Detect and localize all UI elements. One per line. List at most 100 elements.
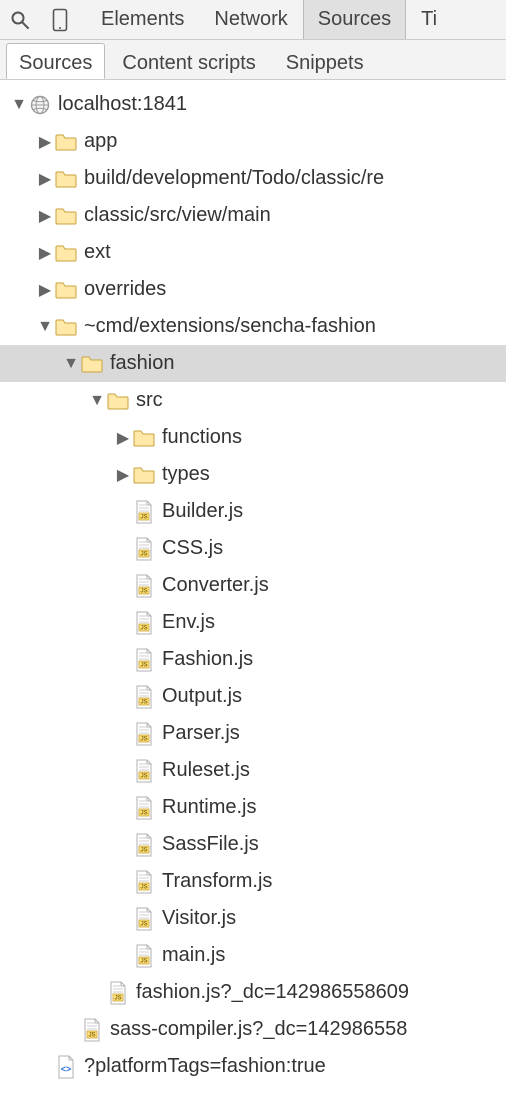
tree-row[interactable]: ▶ build/development/Todo/classic/re xyxy=(0,160,506,197)
tree-node-label: types xyxy=(162,463,210,486)
chevron-right-icon[interactable]: ▶ xyxy=(114,465,132,485)
svg-text:JS: JS xyxy=(140,662,147,668)
folder-icon xyxy=(54,315,78,339)
folder-icon xyxy=(54,241,78,265)
tree-row[interactable]: JS CSS.js xyxy=(0,530,506,567)
search-icon[interactable] xyxy=(6,6,34,34)
tree-node-label: build/development/Todo/classic/re xyxy=(84,167,384,190)
folder-icon xyxy=(132,426,156,450)
jsfile-icon: JS xyxy=(80,1018,104,1042)
tree-row[interactable]: <>?platformTags=fashion:true xyxy=(0,1048,506,1085)
tree-node-label: app xyxy=(84,130,117,153)
sources-subtabs: Sources Content scripts Snippets xyxy=(0,40,506,80)
jsfile-icon: JS xyxy=(132,574,156,598)
tree-row[interactable]: JS Env.js xyxy=(0,604,506,641)
chevron-right-icon[interactable]: ▶ xyxy=(36,243,54,263)
tree-row[interactable]: JS Transform.js xyxy=(0,863,506,900)
chevron-right-icon[interactable]: ▶ xyxy=(36,280,54,300)
chevron-down-icon[interactable]: ▼ xyxy=(88,392,106,410)
top-tab-ti[interactable]: Ti xyxy=(406,0,452,39)
tree-row[interactable]: ▶ functions xyxy=(0,419,506,456)
svg-text:JS: JS xyxy=(140,551,147,557)
device-icon[interactable] xyxy=(46,6,74,34)
jsfile-icon: JS xyxy=(106,981,130,1005)
globe-icon xyxy=(28,93,52,117)
tree-row[interactable]: JSFashion.js xyxy=(0,641,506,678)
top-tab-sources[interactable]: Sources xyxy=(303,0,406,39)
tree-row[interactable]: JS Parser.js xyxy=(0,715,506,752)
tree-row[interactable]: ▼fashion xyxy=(0,345,506,382)
tree-node-label: fashion.js?_dc=142986558609 xyxy=(136,981,409,1004)
tree-row[interactable]: JS Ruleset.js xyxy=(0,752,506,789)
tree-node-label: classic/src/view/main xyxy=(84,204,271,227)
tree-row[interactable]: JSsass-compiler.js?_dc=142986558 xyxy=(0,1011,506,1048)
sub-tab-sources[interactable]: Sources xyxy=(6,43,105,79)
chevron-down-icon[interactable]: ▼ xyxy=(36,318,54,336)
tree-row[interactable]: JS Runtime.js xyxy=(0,789,506,826)
chevron-down-icon[interactable]: ▼ xyxy=(10,96,28,114)
tree-node-label: ~cmd/extensions/sencha-fashion xyxy=(84,315,376,338)
sub-tab-content-scripts[interactable]: Content scripts xyxy=(109,43,268,79)
tree-node-label: Converter.js xyxy=(162,574,269,597)
folder-icon xyxy=(54,278,78,302)
tree-node-label: functions xyxy=(162,426,242,449)
tree-row[interactable]: ▶ app xyxy=(0,123,506,160)
tree-row[interactable]: JS fashion.js?_dc=142986558609 xyxy=(0,974,506,1011)
jsfile-icon: JS xyxy=(132,870,156,894)
jsfile-icon: JS xyxy=(132,944,156,968)
tree-node-label: Transform.js xyxy=(162,870,272,893)
tree-row[interactable]: JS main.js xyxy=(0,937,506,974)
tree-node-label: Parser.js xyxy=(162,722,240,745)
sub-tab-snippets[interactable]: Snippets xyxy=(273,43,377,79)
tree-row[interactable]: JSVisitor.js xyxy=(0,900,506,937)
top-tab-network[interactable]: Network xyxy=(199,0,302,39)
svg-text:JS: JS xyxy=(140,514,147,520)
jsfile-icon: JS xyxy=(132,685,156,709)
tree-row[interactable]: ▼ ~cmd/extensions/sencha-fashion xyxy=(0,308,506,345)
tree-node-label: Runtime.js xyxy=(162,796,256,819)
folder-icon xyxy=(54,167,78,191)
file-tree[interactable]: ▼localhost:1841 ▶ app ▶ build/development/To… xyxy=(0,80,506,1085)
tree-row[interactable]: ▶ overrides xyxy=(0,271,506,308)
jsfile-icon: JS xyxy=(132,796,156,820)
tree-node-label: Ruleset.js xyxy=(162,759,250,782)
svg-text:JS: JS xyxy=(140,588,147,594)
tree-row[interactable]: ▶ types xyxy=(0,456,506,493)
tree-row[interactable]: ▶ classic/src/view/main xyxy=(0,197,506,234)
chevron-right-icon[interactable]: ▶ xyxy=(114,428,132,448)
jsfile-icon: JS xyxy=(132,833,156,857)
svg-text:JS: JS xyxy=(140,773,147,779)
top-tabs: Elements Network Sources Ti xyxy=(86,0,452,39)
tab-label: Elements xyxy=(101,8,184,30)
tree-row[interactable]: JSBuilder.js xyxy=(0,493,506,530)
tree-node-label: overrides xyxy=(84,278,166,301)
chevron-right-icon[interactable]: ▶ xyxy=(36,206,54,226)
subtab-label: Content scripts xyxy=(122,52,255,74)
tree-row[interactable]: ▼localhost:1841 xyxy=(0,86,506,123)
tab-label: Ti xyxy=(421,8,437,30)
folder-icon xyxy=(106,389,130,413)
jsfile-icon: JS xyxy=(132,537,156,561)
tree-node-label: main.js xyxy=(162,944,225,967)
svg-text:JS: JS xyxy=(140,810,147,816)
jsfile-icon: JS xyxy=(132,611,156,635)
svg-text:JS: JS xyxy=(140,921,147,927)
jsfile-icon: JS xyxy=(132,648,156,672)
tab-label: Sources xyxy=(318,8,391,30)
tab-label: Network xyxy=(214,8,287,30)
tree-row[interactable]: JSSassFile.js xyxy=(0,826,506,863)
folder-icon xyxy=(54,204,78,228)
svg-text:JS: JS xyxy=(140,625,147,631)
tree-row[interactable]: JSOutput.js xyxy=(0,678,506,715)
chevron-right-icon[interactable]: ▶ xyxy=(36,169,54,189)
chevron-down-icon[interactable]: ▼ xyxy=(62,355,80,373)
tree-row[interactable]: ▶ext xyxy=(0,234,506,271)
tree-row[interactable]: JS Converter.js xyxy=(0,567,506,604)
tree-node-label: Env.js xyxy=(162,611,215,634)
tree-node-label: CSS.js xyxy=(162,537,223,560)
top-tab-elements[interactable]: Elements xyxy=(86,0,199,39)
tree-row[interactable]: ▼src xyxy=(0,382,506,419)
svg-text:JS: JS xyxy=(140,736,147,742)
folder-icon xyxy=(54,130,78,154)
chevron-right-icon[interactable]: ▶ xyxy=(36,132,54,152)
